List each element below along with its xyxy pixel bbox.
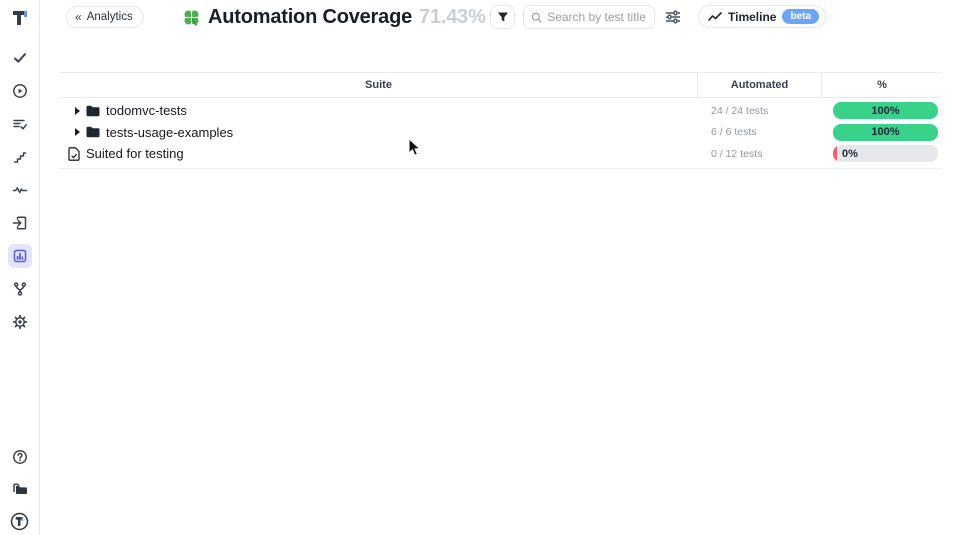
percent-cell: 100%	[822, 102, 942, 119]
column-header-percent: %	[822, 73, 942, 97]
bar-label: 100%	[871, 126, 899, 138]
file-check-icon	[68, 147, 80, 161]
zero-progress-sliver	[833, 145, 837, 162]
suite-cell: todomvc-tests	[60, 103, 697, 118]
suite-name[interactable]: tests-usage-examples	[106, 125, 233, 140]
sidebar	[0, 0, 40, 535]
check-icon[interactable]	[8, 46, 32, 70]
branch-icon[interactable]	[8, 277, 32, 301]
expand-caret-icon[interactable]	[75, 128, 80, 136]
bar-label: 100%	[871, 105, 899, 117]
list-check-icon[interactable]	[8, 112, 32, 136]
help-icon[interactable]	[8, 445, 32, 469]
play-circle-icon[interactable]	[8, 79, 32, 103]
coverage-bar-100: 100%	[833, 102, 938, 119]
suite-name[interactable]: Suited for testing	[86, 146, 184, 161]
coverage-bar-0: 0%	[833, 145, 938, 162]
automated-count: 6 / 6 tests	[697, 126, 822, 138]
beta-badge: beta	[782, 9, 819, 24]
timeline-label: Timeline	[728, 10, 776, 24]
title-group: Automation Coverage 71.43%	[182, 0, 486, 34]
suite-name[interactable]: todomvc-tests	[106, 103, 187, 118]
search-box	[523, 5, 655, 29]
column-header-suite: Suite	[60, 73, 697, 97]
timeline-button[interactable]: Timeline beta	[698, 5, 826, 28]
coverage-table: Suite Automated % todomvc-tests 24 / 24 …	[60, 72, 942, 169]
suite-cell: tests-usage-examples	[60, 125, 697, 140]
bar-label: 0%	[842, 148, 858, 160]
table-header: Suite Automated %	[60, 72, 942, 98]
coverage-bar-100: 100%	[833, 124, 938, 141]
table-body: todomvc-tests 24 / 24 tests 100% tests-u…	[60, 98, 942, 169]
search-icon	[531, 11, 542, 24]
page-title: Automation Coverage	[208, 6, 412, 29]
coverage-percentage: 71.43%	[419, 6, 486, 29]
search-input[interactable]	[547, 10, 647, 24]
folder-icon	[86, 105, 100, 117]
analytics-chart-icon[interactable]	[8, 244, 32, 268]
table-row-tests-usage-examples[interactable]: tests-usage-examples 6 / 6 tests 100%	[60, 122, 942, 144]
table-row-todomvc-tests[interactable]: todomvc-tests 24 / 24 tests 100%	[60, 100, 942, 122]
expand-caret-icon[interactable]	[75, 107, 80, 115]
filter-button[interactable]	[490, 5, 515, 29]
percent-cell: 100%	[822, 124, 942, 141]
gear-icon[interactable]	[8, 310, 32, 334]
steps-icon[interactable]	[8, 145, 32, 169]
automated-count: 0 / 12 tests	[697, 148, 822, 160]
back-to-analytics-button[interactable]: « Analytics	[66, 6, 144, 28]
page-header: « Analytics Automation Coverage 71.43%	[40, 0, 960, 34]
back-button-label: Analytics	[87, 11, 133, 23]
profile-logo-icon[interactable]	[8, 509, 32, 533]
double-chevron-left-icon: «	[75, 11, 82, 23]
folder-icon	[86, 126, 100, 138]
table-row-suited-for-testing[interactable]: Suited for testing 0 / 12 tests 0%	[60, 143, 942, 165]
app-window: « Analytics Automation Coverage 71.43%	[0, 0, 960, 535]
app-logo-icon[interactable]	[9, 7, 31, 29]
automated-count: 24 / 24 tests	[697, 105, 822, 117]
projects-icon[interactable]	[8, 477, 32, 501]
percent-cell: 0%	[822, 145, 942, 162]
sidebar-nav	[8, 46, 32, 334]
trend-line-icon	[708, 11, 722, 23]
sliders-icon[interactable]	[664, 9, 682, 25]
funnel-icon	[497, 11, 509, 23]
column-header-automated: Automated	[697, 73, 822, 97]
suite-cell: Suited for testing	[60, 146, 697, 161]
import-icon[interactable]	[8, 211, 32, 235]
clover-icon	[182, 8, 201, 27]
sidebar-bottom	[8, 445, 32, 535]
pulse-icon[interactable]	[8, 178, 32, 202]
